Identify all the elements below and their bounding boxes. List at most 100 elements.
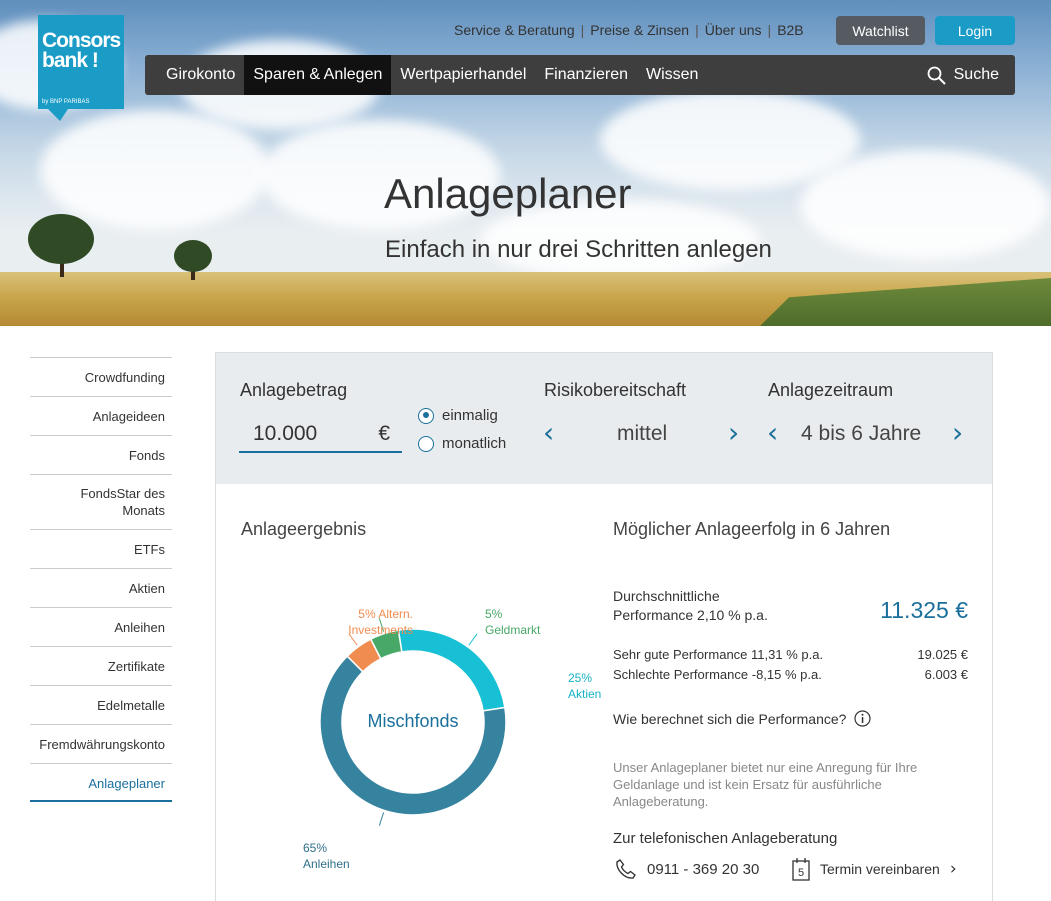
phone-link[interactable]: 0911 - 369 20 30 xyxy=(615,858,759,880)
amount-value: 10.000 xyxy=(253,422,318,445)
currency-symbol: € xyxy=(378,422,390,445)
calendar-day: 5 xyxy=(798,867,804,879)
avg-performance-value: 11.325 € xyxy=(880,597,968,623)
donut-slice-aktien xyxy=(397,628,506,712)
radio-selected-icon xyxy=(418,407,434,424)
sidebar-item-label: FondsStar des Monats xyxy=(80,486,165,518)
donut-label-aktien: 25% Aktien xyxy=(568,671,601,701)
radio-label: monatlich xyxy=(442,435,507,452)
top-link-separator: | xyxy=(580,22,585,38)
disclaimer-line-3: Anlageberatung. xyxy=(613,794,709,809)
appointment-label: Termin vereinbaren xyxy=(820,861,940,877)
logo-sub: by BNP PARIBAS xyxy=(42,99,90,105)
nav-item-sparen-anlegen[interactable]: Sparen & Anlegen xyxy=(244,55,392,95)
hero-subtitle: Einfach in nur drei Schritten anlegen xyxy=(385,236,772,263)
search-button[interactable]: Suche xyxy=(927,55,1015,95)
top-link-about[interactable]: Über uns xyxy=(705,22,762,38)
nav-item-finanzieren[interactable]: Finanzieren xyxy=(535,55,637,95)
sidebar-item-etfs[interactable]: ETFs xyxy=(30,529,172,568)
radio-unselected-icon xyxy=(418,435,434,452)
radio-einmalig[interactable]: einmalig xyxy=(418,407,498,424)
period-value: 4 bis 6 Jahre xyxy=(801,422,922,445)
top-links: Service & Beratung | Preise & Zinsen | Ü… xyxy=(454,22,804,38)
watchlist-button[interactable]: Watchlist xyxy=(836,16,925,45)
donut-label-line: 65% xyxy=(303,841,327,855)
disclaimer-line-2: Geldanlage und ist kein Ersatz für ausfü… xyxy=(613,777,882,792)
bad-performance-label: Schlechte Performance -8,15 % p.a. xyxy=(613,667,822,682)
consorsbank-logo[interactable]: Consors bank ! by BNP PARIBAS xyxy=(38,15,124,121)
donut-center-label: Mischfonds xyxy=(367,711,458,731)
nav-item-girokonto[interactable]: Girokonto xyxy=(145,55,244,95)
risk-next-chevron-right-icon[interactable]: › xyxy=(728,416,739,449)
phone-icon xyxy=(616,859,636,879)
disclaimer-line-1: Unser Anlageplaner bietet nur eine Anreg… xyxy=(613,760,918,775)
cloud xyxy=(40,110,270,230)
period-next-chevron-right-icon[interactable]: › xyxy=(952,416,963,449)
risk-prev-chevron-left-icon[interactable]: ‹ xyxy=(543,416,554,449)
hero-title: Anlageplaner xyxy=(384,170,632,217)
risk-value: mittel xyxy=(617,422,668,445)
nav-item-wertpapierhandel[interactable]: Wertpapierhandel xyxy=(391,55,535,95)
risk-label: Risikobereitschaft xyxy=(544,380,687,400)
top-link-separator: | xyxy=(767,22,772,38)
period-prev-chevron-left-icon[interactable]: ‹ xyxy=(767,416,778,449)
disclaimer-text: Unser Anlageplaner bietet nur eine Anreg… xyxy=(613,759,953,810)
success-title: Möglicher Anlageerfolg in 6 Jahren xyxy=(613,519,891,539)
logo-line-2: bank ! xyxy=(42,49,99,72)
donut-label-line: Aktien xyxy=(568,687,601,701)
donut-label-line: 5% xyxy=(485,607,503,621)
sidebar-item-fremdwaehrungskonto[interactable]: Fremdwährungskonto xyxy=(30,724,172,763)
cloud xyxy=(800,150,1050,260)
donut-label-geldmarkt: 5% Geldmarkt xyxy=(485,607,541,637)
donut-label-line: Anleihen xyxy=(303,857,350,871)
good-performance-value: 19.025 € xyxy=(917,647,968,662)
performance-info-link[interactable]: Wie berechnet sich die Performance? xyxy=(613,710,872,727)
amount-label: Anlagebetrag xyxy=(240,380,348,400)
login-button[interactable]: Login xyxy=(935,16,1015,45)
phone-consultation-title: Zur telefonischen Anlageberatung xyxy=(613,830,838,847)
sidebar-item-fonds[interactable]: Fonds xyxy=(30,435,172,474)
top-link-b2b[interactable]: B2B xyxy=(777,22,803,38)
good-performance-label: Sehr gute Performance 11,31 % p.a. xyxy=(613,647,824,662)
sidebar-item-anleihen[interactable]: Anleihen xyxy=(30,607,172,646)
sidebar-item-zertifikate[interactable]: Zertifikate xyxy=(30,646,172,685)
avg-line-1: Durchschnittliche xyxy=(613,588,720,604)
search-label: Suche xyxy=(953,66,999,83)
donut-label-line: Investments xyxy=(348,623,413,637)
top-link-separator: | xyxy=(695,22,699,38)
tree xyxy=(174,240,212,272)
bad-performance-value: 6.003 € xyxy=(924,667,968,682)
sidebar-item-anlageplaner[interactable]: Anlageplaner xyxy=(30,763,172,802)
logo-speech-tail xyxy=(48,109,68,121)
hero-banner: Anlageplaner Einfach in nur drei Schritt… xyxy=(0,0,1051,326)
allocation-donut-chart: 5% Altern. Investments 5% Geldmarkt 25% Aktie… xyxy=(303,607,601,871)
period-label: Anlagezeitraum xyxy=(768,380,894,400)
result-title: Anlageergebnis xyxy=(241,519,367,539)
avg-performance-label: Durchschnittliche Performance 2,10 % p.a… xyxy=(613,587,768,625)
sidebar-item-edelmetalle[interactable]: Edelmetalle xyxy=(30,685,172,724)
donut-label-anleihen: 65% Anleihen xyxy=(303,841,350,871)
sidebar-item-crowdfunding[interactable]: Crowdfunding xyxy=(30,357,172,396)
main-nav: Girokonto Sparen & Anlegen Wertpapierhan… xyxy=(145,55,1015,95)
donut-leader-line xyxy=(378,812,385,826)
radio-monatlich[interactable]: monatlich xyxy=(418,435,506,452)
top-link-prices[interactable]: Preise & Zinsen xyxy=(590,22,689,38)
performance-info-label: Wie berechnet sich die Performance? xyxy=(613,710,847,727)
sidebar-item-fondsstar[interactable]: FondsStar des Monats xyxy=(30,474,172,529)
donut-label-line: 5% Altern. xyxy=(358,607,413,621)
sidebar: Crowdfunding Anlageideen Fonds FondsStar… xyxy=(30,357,172,802)
appointment-link[interactable]: 5 Termin vereinbaren › xyxy=(792,857,957,881)
calendar-icon: 5 xyxy=(792,858,810,881)
top-link-service[interactable]: Service & Beratung xyxy=(454,22,575,38)
nav-item-wissen[interactable]: Wissen xyxy=(637,55,707,95)
radio-label: einmalig xyxy=(442,407,498,424)
search-icon xyxy=(927,66,946,85)
sidebar-item-aktien[interactable]: Aktien xyxy=(30,568,172,607)
amount-input[interactable]: 10.000 € xyxy=(239,418,402,453)
info-icon xyxy=(854,710,872,727)
donut-label-line: 25% xyxy=(568,671,592,685)
chevron-right-icon: › xyxy=(949,859,957,879)
tree xyxy=(28,214,94,264)
sidebar-item-anlageideen[interactable]: Anlageideen xyxy=(30,396,172,435)
phone-number: 0911 - 369 20 30 xyxy=(647,860,760,878)
